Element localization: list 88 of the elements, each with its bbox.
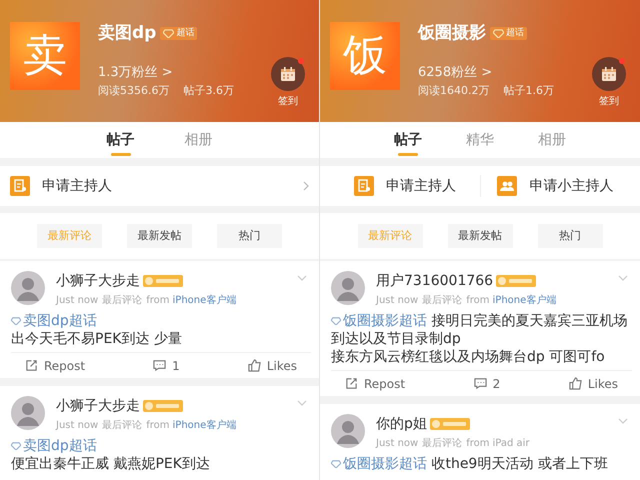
user-name[interactable]: 小狮子大步走 [56, 271, 140, 291]
topic-avatar: 饭 [330, 22, 400, 90]
document-icon [10, 176, 30, 196]
fan-level-badge-icon [143, 400, 183, 412]
tab[interactable]: 帖子 [104, 122, 136, 158]
dropdown-chevron-icon [297, 275, 307, 281]
post-action: 最后评论 [102, 294, 142, 308]
share-icon [25, 359, 38, 372]
comment-icon [153, 359, 166, 372]
user-name[interactable]: 用户7316001766 [376, 271, 494, 291]
document-icon [354, 176, 374, 196]
topic-name: 饭圈摄影 [418, 22, 486, 44]
topic-link[interactable]: 饭圈摄影超话 [331, 313, 427, 329]
source-prefix: from [146, 294, 170, 308]
topic-link[interactable]: 饭圈摄影超话 [331, 456, 427, 472]
sort-button[interactable]: 热门 [217, 224, 282, 248]
checkin-label: 签到 [599, 95, 619, 109]
sort-button[interactable]: 热门 [538, 224, 602, 248]
post-source[interactable]: iPhone客户端 [172, 418, 236, 433]
fan-level-badge-icon [496, 275, 536, 287]
post-text: 饭圈摄影超话 收the9明天活动 或者上下班 [331, 455, 632, 473]
topic-stat: 阅读5356.6万 [98, 83, 170, 99]
fan-level-badge-icon [430, 418, 470, 430]
topic-stat: 阅读1640.2万 [418, 83, 490, 99]
source-prefix: from [466, 294, 490, 308]
post-time: Just now [376, 437, 418, 451]
share-icon [345, 377, 358, 390]
comment-button[interactable]: 1 [153, 356, 180, 374]
comment-icon [474, 377, 487, 390]
user-avatar [331, 271, 365, 305]
dropdown-chevron-icon [297, 400, 307, 406]
thumbs-up-icon [248, 359, 261, 372]
topic-avatar: 卖 [10, 22, 80, 90]
diamond-icon [493, 28, 504, 38]
diamond-icon [331, 317, 341, 325]
dropdown-chevron-icon [618, 418, 628, 424]
sort-button[interactable]: 最新发帖 [127, 224, 192, 248]
super-topic-badge: 超话 [490, 26, 527, 40]
user-name[interactable]: 你的p姐 [376, 414, 427, 434]
checkin-label: 签到 [278, 95, 298, 109]
topic-link[interactable]: 卖图dp超话 [11, 313, 97, 329]
fan-level-badge-icon [143, 275, 183, 287]
tab[interactable]: 帖子 [392, 122, 424, 158]
post-action: 最后评论 [422, 294, 462, 308]
calendar-icon [601, 66, 617, 82]
post-action: 最后评论 [102, 418, 142, 433]
post-source: iPad air [492, 437, 530, 451]
like-button[interactable]: Likes [248, 356, 297, 374]
repost-button[interactable]: Repost [25, 356, 86, 374]
people-icon [497, 176, 518, 196]
host-application-item[interactable]: 申请小主持人 [480, 176, 630, 196]
comment-button[interactable]: 2 [474, 374, 500, 392]
post-action: 最后评论 [422, 436, 462, 451]
super-topic-badge: 超话 [160, 26, 198, 40]
repost-button[interactable]: Repost [345, 374, 406, 392]
post-time: Just now [376, 294, 418, 308]
post-text: 饭圈摄影超话 接明日完美的夏天嘉宾三亚机场到达以及节目录制dp 接东方风云榜红毯以及内场舞台dp 可图可fo [331, 312, 628, 366]
user-avatar [11, 396, 45, 430]
post-source[interactable]: iPhone客户端 [172, 293, 236, 308]
post-time: Just now [56, 294, 98, 308]
diamond-icon [11, 442, 21, 450]
host-application-item[interactable]: 申请主持人 [10, 176, 303, 196]
diamond-icon [11, 317, 21, 325]
tab[interactable]: 精华 [464, 122, 496, 158]
chevron-right-icon [303, 181, 309, 191]
sort-button[interactable]: 最新发帖 [448, 224, 512, 248]
post-text: 出今天毛不易PEK到达 少量 [11, 330, 183, 348]
post-source[interactable]: iPhone客户端 [492, 293, 556, 308]
like-button[interactable]: Likes [568, 374, 618, 392]
user-avatar [331, 414, 365, 448]
topic-stat: 帖子3.6万 [184, 83, 234, 99]
checkin-button[interactable] [271, 57, 305, 91]
post-text: 便宜出秦牛正威 戴燕妮PEK到达 [11, 455, 211, 473]
diamond-icon [163, 28, 174, 38]
thumbs-up-icon [568, 377, 582, 390]
dropdown-chevron-icon [618, 275, 628, 281]
user-name[interactable]: 小狮子大步走 [56, 396, 140, 416]
topic-stat: 帖子1.6万 [504, 83, 554, 99]
post-time: Just now [56, 419, 98, 433]
source-prefix: from [146, 419, 170, 433]
topic-link[interactable]: 卖图dp超话 [11, 438, 97, 454]
host-application-item[interactable]: 申请主持人 [330, 176, 480, 196]
user-avatar [11, 271, 45, 305]
source-prefix: from [466, 437, 490, 451]
diamond-icon [331, 460, 341, 468]
calendar-icon [280, 66, 296, 82]
checkin-button[interactable] [592, 57, 626, 91]
topic-name: 卖图dp [98, 22, 156, 44]
